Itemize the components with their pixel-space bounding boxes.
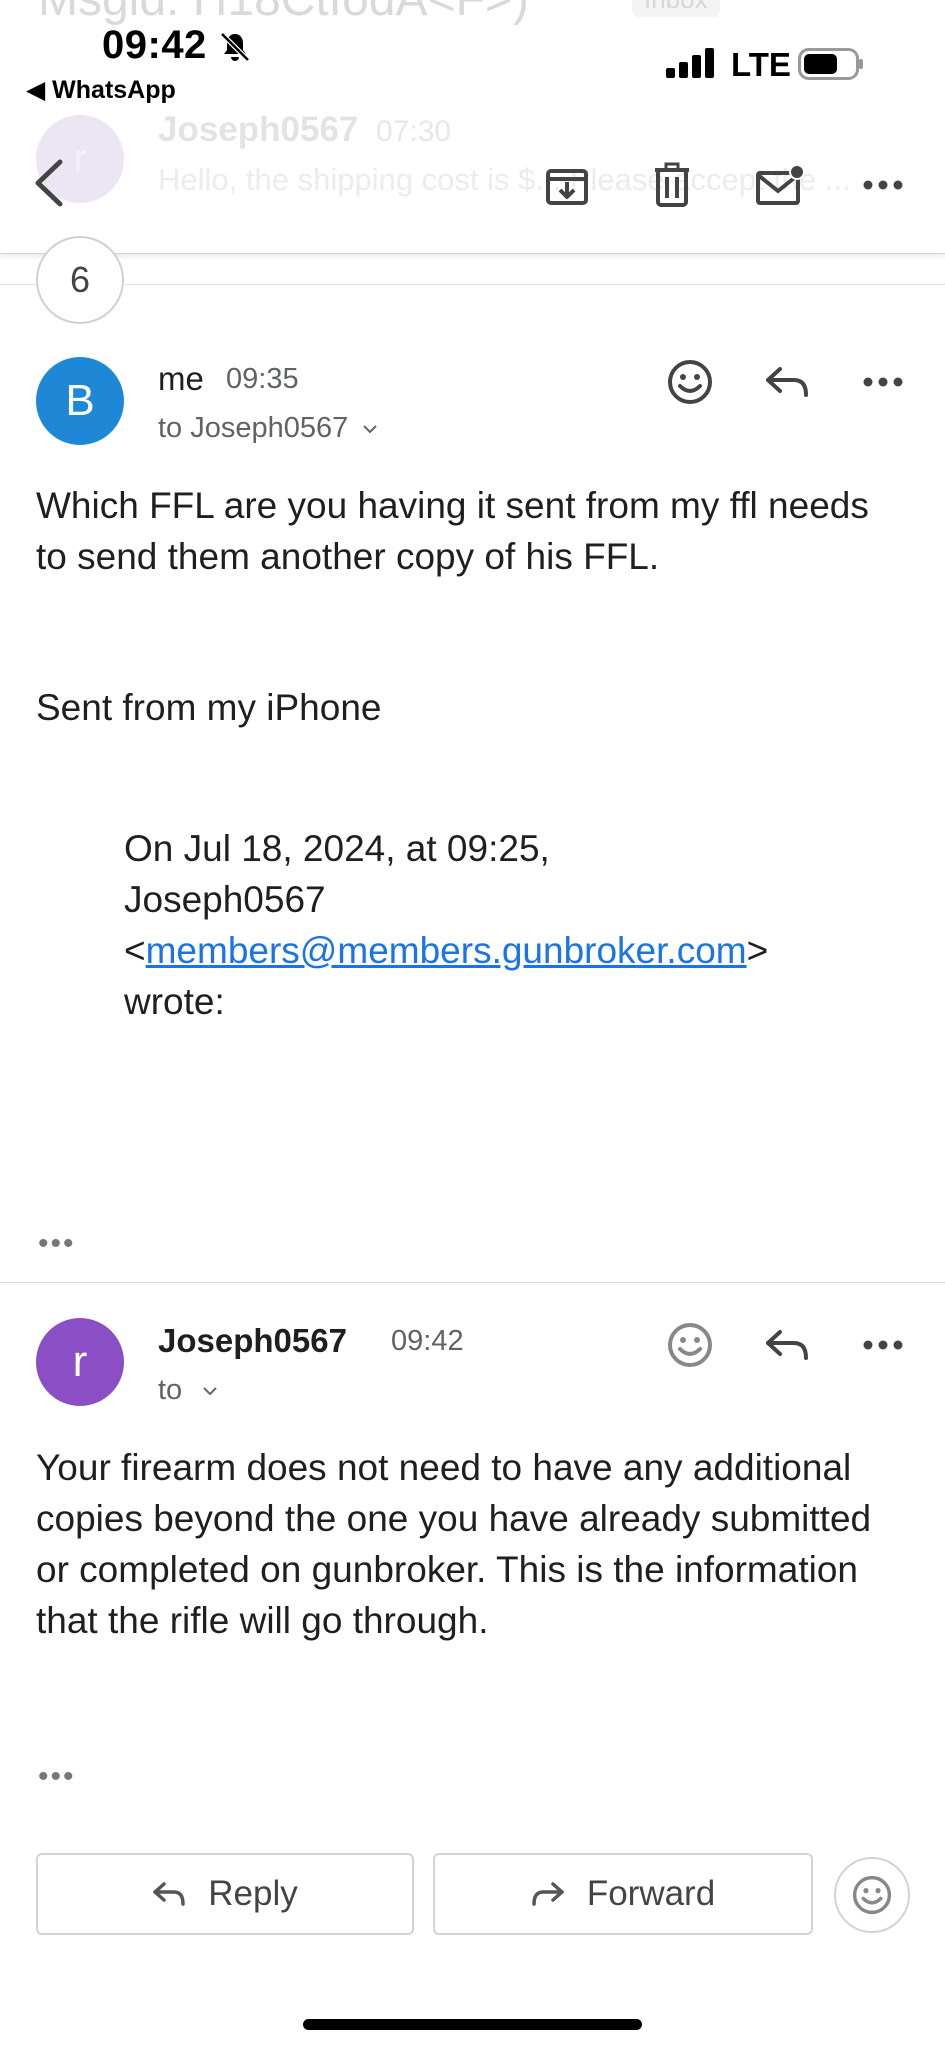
reply-icon[interactable] [762,1325,812,1365]
archive-icon[interactable] [540,158,594,212]
forward-button-label: Forward [586,1874,716,1913]
reply-icon[interactable] [762,362,812,402]
reply-button[interactable]: Reply [36,1853,414,1935]
trash-icon[interactable] [645,158,699,212]
background-label-badge: Inbox [632,0,720,17]
quote-wrote-line: wrote: [124,981,225,1022]
show-trimmed-content-button[interactable]: ••• [38,1227,76,1261]
quote-date-line: On Jul 18, 2024, at 09:25, [124,828,550,869]
cellular-signal-icon [666,48,714,78]
message-toolbar [0,88,945,254]
more-icon[interactable] [858,372,908,392]
message-body: Your firearm does not need to have any a… [36,1447,872,1641]
message-time: 09:42 [391,1325,464,1357]
quoted-header: On Jul 18, 2024, at 09:25, Joseph0567 <m… [124,823,924,1027]
recipient-line[interactable]: to Joseph0567 [158,412,378,445]
sender-name: Joseph0567 [158,1322,347,1359]
more-icon[interactable] [858,1335,908,1355]
message-divider [0,1282,945,1283]
more-icon[interactable] [858,168,908,202]
chevron-down-icon [363,425,378,434]
quote-sender-line: Joseph0567 [124,879,326,920]
emoji-reaction-icon[interactable] [665,1320,715,1370]
email-link[interactable]: members@members.gunbroker.com [146,930,747,971]
status-time: 09:42 [102,23,207,67]
email-signature: Sent from my iPhone [36,687,382,728]
collapsed-divider [0,284,945,285]
avatar: B [36,357,124,445]
mark-unread-icon[interactable] [752,158,808,212]
home-indicator[interactable] [303,2019,642,2030]
back-icon[interactable] [24,158,74,208]
emoji-reaction-icon[interactable] [665,357,715,407]
reply-icon [153,1882,185,1906]
message-time: 09:35 [226,363,299,395]
sender-name: me [158,360,204,397]
recipient-text: to Joseph0567 [158,412,349,444]
network-type: LTE [731,46,791,83]
recipient-line[interactable]: to [158,1374,218,1407]
chevron-down-icon [203,1387,217,1396]
reply-button-label: Reply [208,1874,298,1913]
emoji-reaction-icon [852,1875,892,1915]
show-trimmed-content-button[interactable]: ••• [38,1760,76,1794]
forward-button[interactable]: Forward [433,1853,813,1935]
emoji-react-button[interactable] [834,1857,910,1933]
recipient-text: to [158,1374,183,1406]
avatar: r [36,1318,124,1406]
forward-icon [532,1882,564,1906]
quote-email-line: <members@members.gunbroker.com> [124,930,769,971]
bell-muted-icon [220,32,250,62]
collapsed-messages-count[interactable]: 6 [36,236,124,324]
battery-icon [798,48,863,80]
message-body: Which FFL are you having it sent from my… [36,485,869,577]
